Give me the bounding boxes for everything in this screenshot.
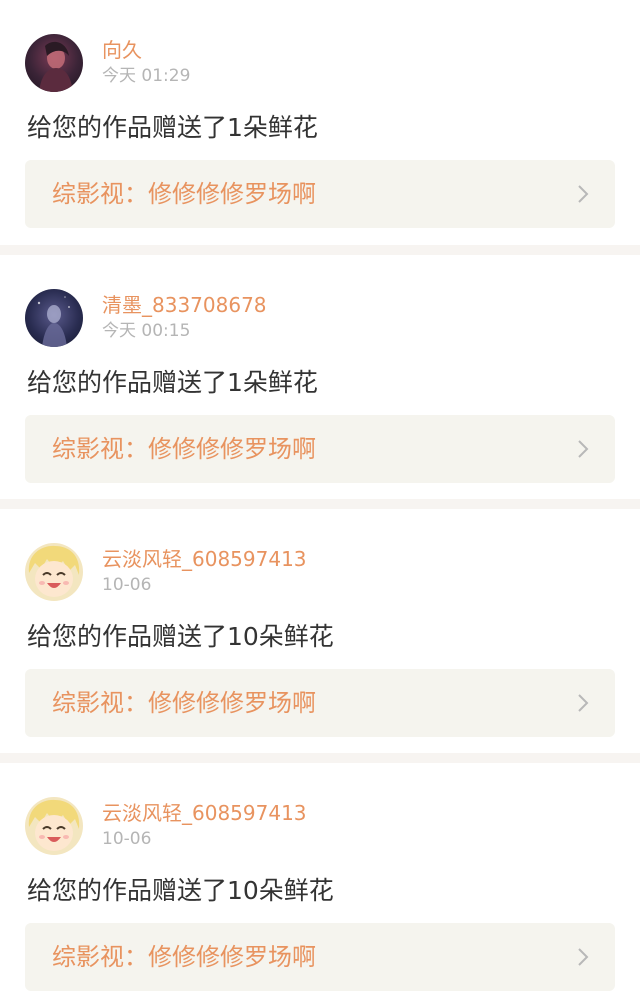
gift-message: 给您的作品赠送了10朵鲜花	[27, 622, 334, 651]
gift-message: 给您的作品赠送了1朵鲜花	[27, 368, 318, 397]
avatar-night-figure-icon	[25, 289, 83, 347]
work-link-card[interactable]: 综影视：修修修修罗场啊	[25, 669, 615, 737]
work-title: 综影视：修修修修罗场啊	[52, 943, 316, 971]
avatar-smiling-anime-icon	[25, 797, 83, 855]
user-avatar[interactable]	[25, 543, 83, 601]
work-link-card[interactable]: 综影视：修修修修罗场啊	[25, 923, 615, 991]
avatar-dark-portrait-icon	[25, 34, 83, 92]
work-title: 综影视：修修修修罗场啊	[52, 689, 316, 717]
timestamp: 今天 01:29	[102, 66, 191, 86]
chevron-right-icon	[578, 694, 589, 712]
timestamp: 今天 00:15	[102, 321, 191, 341]
username[interactable]: 云淡风轻_608597413	[102, 547, 307, 571]
timestamp: 10-06	[102, 829, 152, 849]
gift-message: 给您的作品赠送了10朵鲜花	[27, 876, 334, 905]
work-title: 综影视：修修修修罗场啊	[52, 435, 316, 463]
username[interactable]: 云淡风轻_608597413	[102, 801, 307, 825]
notification-card: 清墨_833708678 今天 00:15 给您的作品赠送了1朵鲜花 综影视：修…	[0, 255, 640, 483]
username[interactable]: 清墨_833708678	[102, 293, 267, 317]
gift-message: 给您的作品赠送了1朵鲜花	[27, 113, 318, 142]
work-link-card[interactable]: 综影视：修修修修罗场啊	[25, 160, 615, 228]
timestamp: 10-06	[102, 575, 152, 595]
notification-card: 向久 今天 01:29 给您的作品赠送了1朵鲜花 综影视：修修修修罗场啊	[0, 0, 640, 228]
user-avatar[interactable]	[25, 797, 83, 855]
work-title: 综影视：修修修修罗场啊	[52, 180, 316, 208]
username[interactable]: 向久	[102, 38, 142, 62]
avatar-smiling-anime-icon	[25, 543, 83, 601]
chevron-right-icon	[578, 440, 589, 458]
chevron-right-icon	[578, 185, 589, 203]
chevron-right-icon	[578, 948, 589, 966]
notification-card: 云淡风轻_608597413 10-06 给您的作品赠送了10朵鲜花 综影视：修…	[0, 763, 640, 991]
user-avatar[interactable]	[25, 289, 83, 347]
user-avatar[interactable]	[25, 34, 83, 92]
notification-card: 云淡风轻_608597413 10-06 给您的作品赠送了10朵鲜花 综影视：修…	[0, 509, 640, 737]
work-link-card[interactable]: 综影视：修修修修罗场啊	[25, 415, 615, 483]
